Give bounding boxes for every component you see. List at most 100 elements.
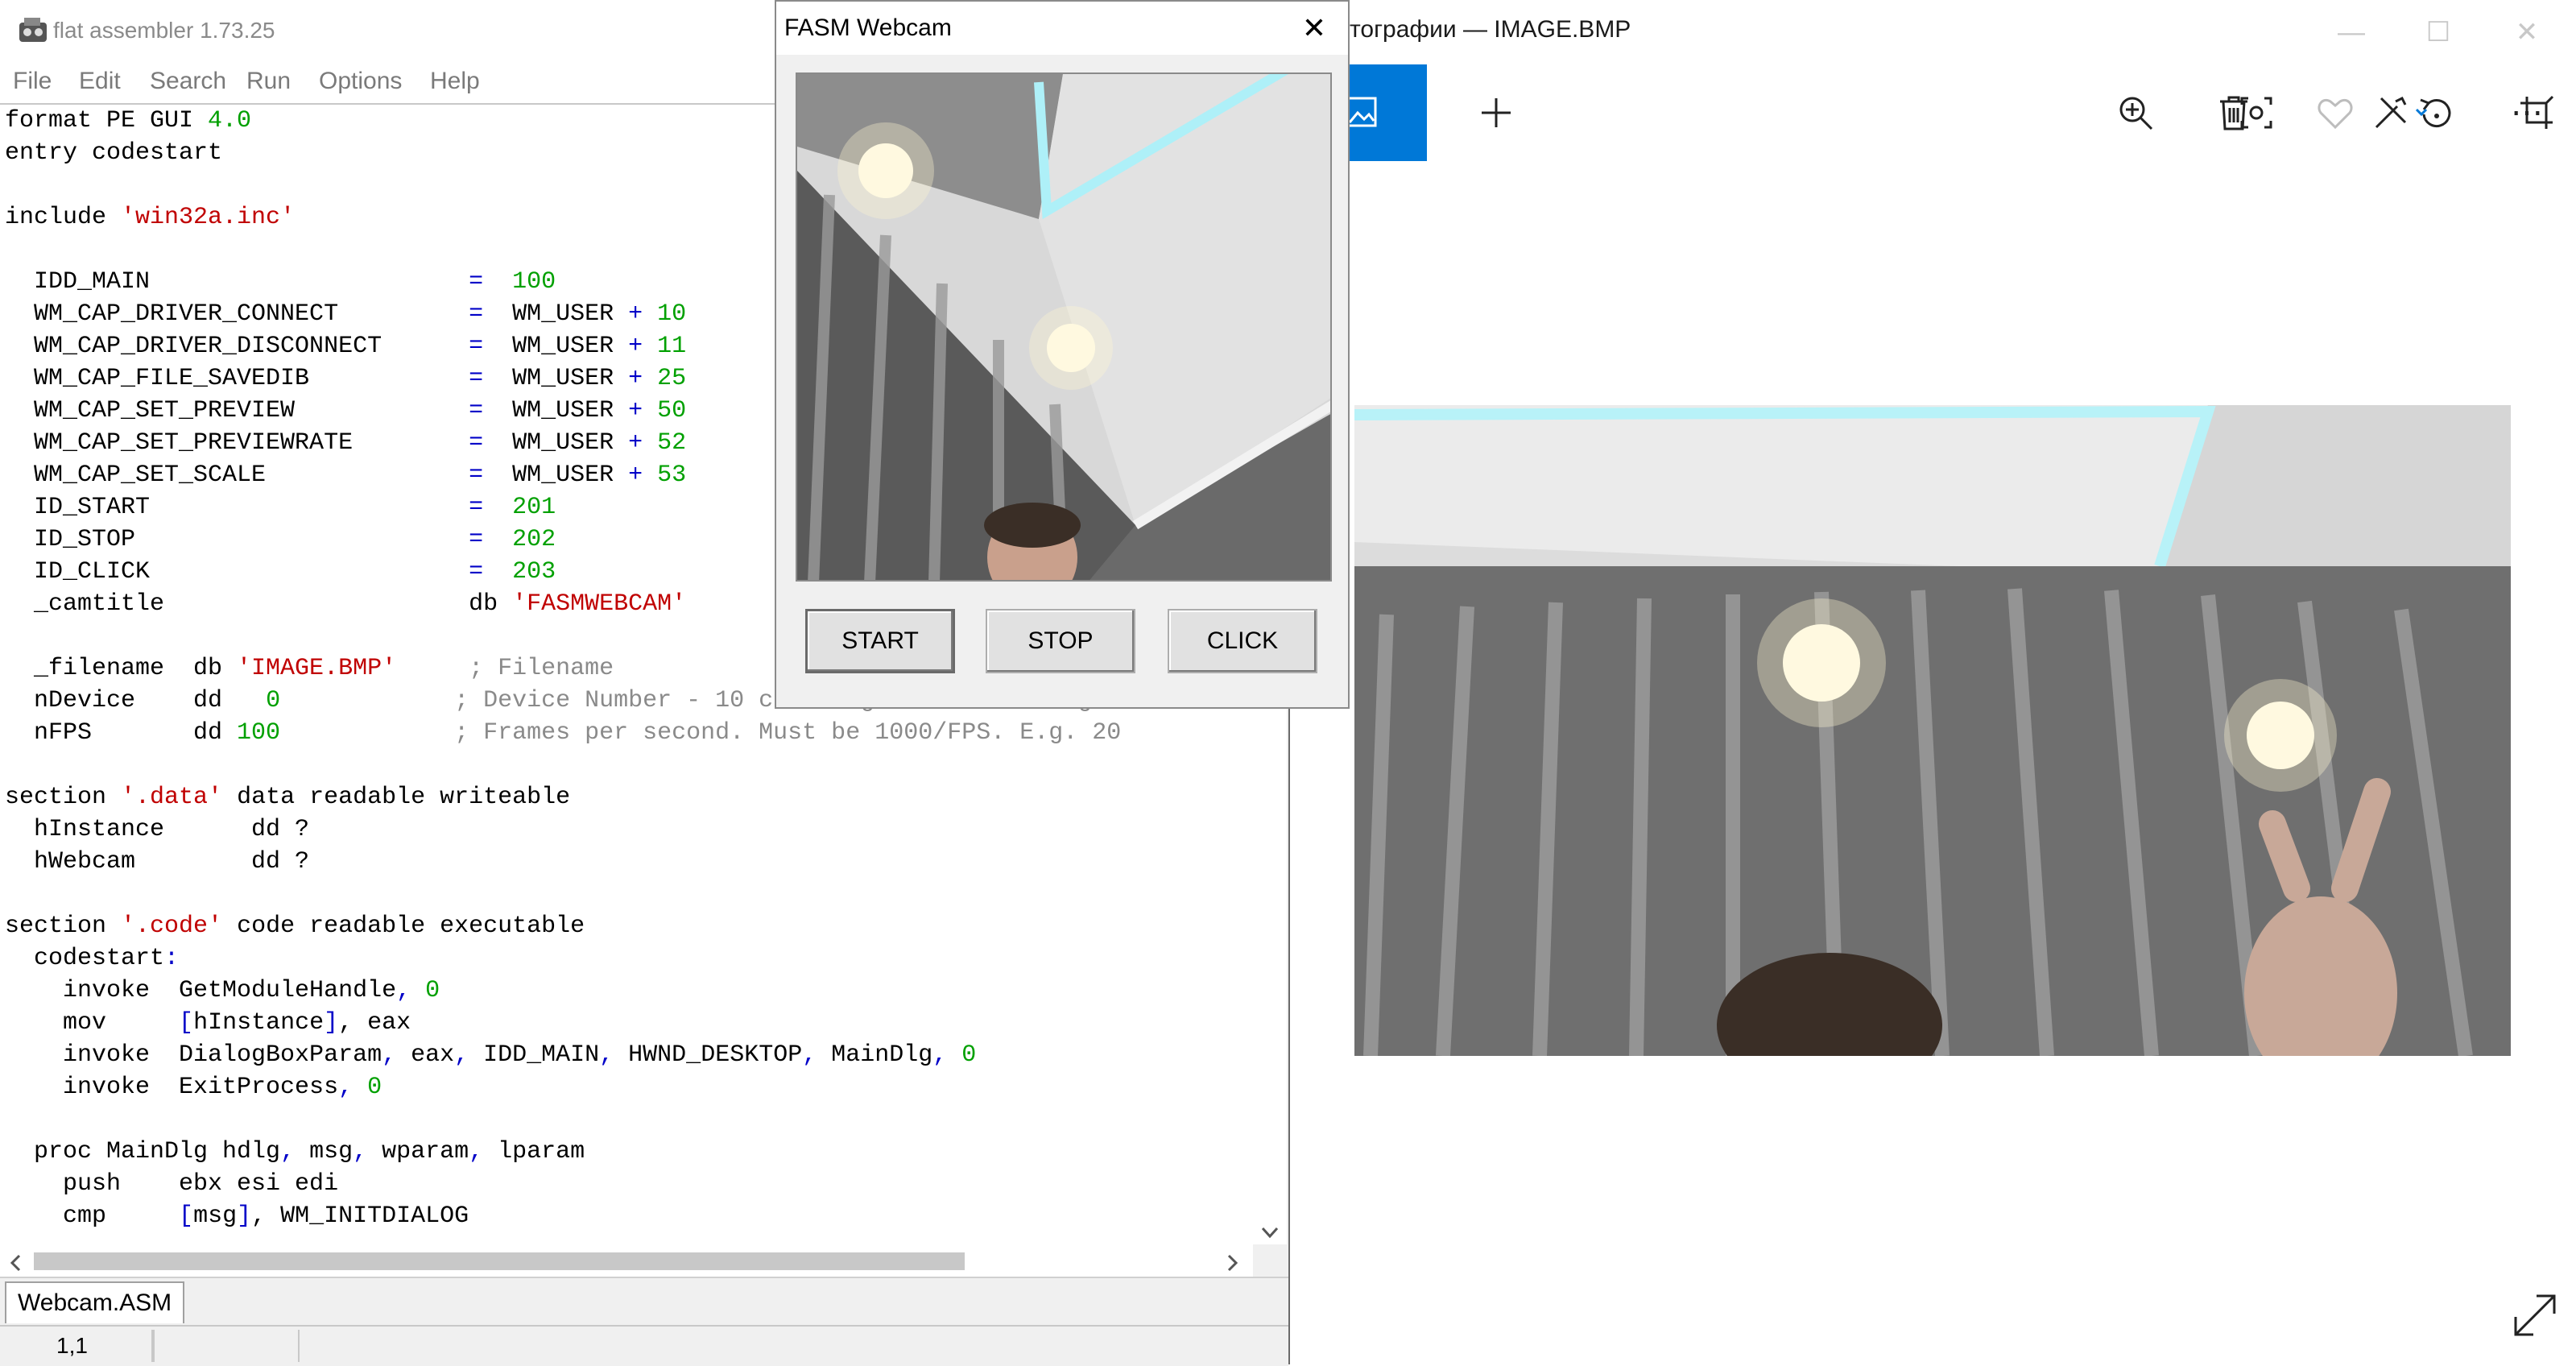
stop-button[interactable]: STOP [986,609,1135,673]
code-token: ; Frames per second. Must be 1000/FPS. E… [454,719,1122,747]
code-token: WM_CAP_SET_PREVIEWRATE [5,429,469,457]
code-token: 'IMAGE.BMP' [237,655,397,682]
scroll-right-arrow-icon[interactable] [1226,1254,1238,1272]
zoom-in-button[interactable] [2095,64,2176,161]
click-button[interactable]: CLICK [1168,609,1317,673]
code-line: _filename db 'IMAGE.BMP' ; Filename [5,652,614,685]
menu-options[interactable]: Options [319,68,402,95]
code-line: section '.code' code readable executable [5,910,585,942]
code-token: = [469,397,484,424]
code-token: WM_CAP_SET_PREVIEW [5,397,469,424]
code-token: 0 [367,1074,382,1101]
code-token: _camtitle db [5,590,513,618]
code-line: proc MainDlg hdlg, msg, wparam, lparam [5,1136,585,1168]
code-token: , [802,1041,817,1069]
horizontal-scrollbar[interactable] [0,1244,1253,1277]
code-line: include 'win32a.inc' [5,201,295,234]
code-token: WM_USER [483,365,629,392]
code-token: WM_USER [483,333,629,360]
code-line: WM_CAP_SET_SCALE = WM_USER + 53 [5,459,686,491]
code-token: WM_USER [483,462,629,489]
code-token: codestart [5,945,165,972]
scroll-down-arrow-icon[interactable] [1261,1227,1279,1240]
webcam-dialog: FASM Webcam ✕ START STOP CLICK [775,0,1350,709]
code-line: invoke ExitProcess, 0 [5,1071,382,1103]
code-token: WM_CAP_DRIVER_DISCONNECT [5,333,469,360]
code-line: WM_CAP_DRIVER_DISCONNECT = WM_USER + 11 [5,330,686,362]
code-token: 52 [657,429,687,457]
webcam-titlebar: FASM Webcam ✕ [776,2,1348,55]
code-token: lparam [483,1138,585,1165]
code-token: '.data' [121,784,223,811]
code-token: invoke DialogBoxParam [5,1041,382,1069]
code-token: 100 [512,268,556,296]
code-line: format PE GUI 4.0 [5,105,251,137]
code-token: invoke GetModuleHandle [5,977,397,1004]
maximize-button[interactable]: ☐ [2394,8,2483,56]
code-token: + [628,333,643,360]
code-token: 53 [657,462,687,489]
expand-button[interactable] [2512,1293,2561,1341]
minimize-button[interactable]: — [2307,8,2396,56]
code-line: invoke DialogBoxParam, eax, IDD_MAIN, HW… [5,1039,976,1071]
code-token: msg [295,1138,354,1165]
menu-help[interactable]: Help [430,68,480,95]
menu-search[interactable]: Search [150,68,226,95]
menu-edit[interactable]: Edit [79,68,121,95]
code-line: WM_CAP_FILE_SAVEDIB = WM_USER + 25 [5,362,686,395]
code-token: WM_CAP_FILE_SAVEDIB [5,365,469,392]
code-token: IDD_MAIN [469,1041,600,1069]
code-line: cmp [msg], WM_INITDIALOG [5,1200,469,1232]
code-token: 202 [512,526,556,553]
code-token: = [469,558,484,586]
code-line: WM_CAP_DRIVER_CONNECT = WM_USER + 10 [5,298,686,330]
code-line: WM_CAP_SET_PREVIEWRATE = WM_USER + 52 [5,427,686,459]
webcam-title: FASM Webcam [784,14,952,41]
code-token: MainDlg [817,1041,933,1069]
close-button[interactable]: ✕ [2483,8,2571,56]
add-button[interactable] [1456,64,1536,161]
file-tab[interactable]: Webcam.ASM [5,1281,185,1323]
code-line: IDD_MAIN = 100 [5,266,556,298]
code-line: mov [hInstance], eax [5,1007,411,1039]
code-line: invoke GetModuleHandle, 0 [5,975,440,1007]
code-token: , [396,977,411,1004]
code-line: hInstance dd ? [5,813,309,846]
more-button[interactable]: ⋯ [2487,64,2567,161]
favorite-icon [2318,99,2353,129]
photos-titlebar: отографии — IMAGE.BMP — ☐ ✕ [1288,0,2576,64]
status-cell-3 [298,1330,300,1362]
code-token: , [280,1138,296,1165]
code-token: 50 [657,397,687,424]
enhance-button[interactable] [2216,64,2297,161]
code-token: mov [5,1009,180,1037]
webcam-close-button[interactable]: ✕ [1290,8,1338,48]
photos-title: отографии — IMAGE.BMP [1337,16,1631,43]
code-line: WM_CAP_SET_PREVIEW = WM_USER + 50 [5,395,686,427]
code-line: ID_CLICK = 203 [5,556,556,588]
horizontal-scroll-thumb[interactable] [34,1252,965,1270]
add-icon [1482,98,1511,127]
code-token: , [454,1041,469,1069]
cursor-position: 1,1 [0,1330,153,1362]
start-button[interactable]: START [805,609,955,673]
code-token: _filename db [5,655,238,682]
menu-file[interactable]: File [13,68,52,95]
displayed-photo [1354,405,2511,1056]
scroll-left-arrow-icon[interactable] [10,1254,23,1272]
code-token: + [628,462,643,489]
edit-button[interactable] [2353,64,2450,161]
code-token: format PE GUI [5,107,209,135]
code-line: codestart: [5,942,179,975]
menu-run[interactable]: Run [246,68,291,95]
code-token: include [5,204,122,231]
code-token: wparam [367,1138,469,1165]
code-token: = [469,494,484,521]
